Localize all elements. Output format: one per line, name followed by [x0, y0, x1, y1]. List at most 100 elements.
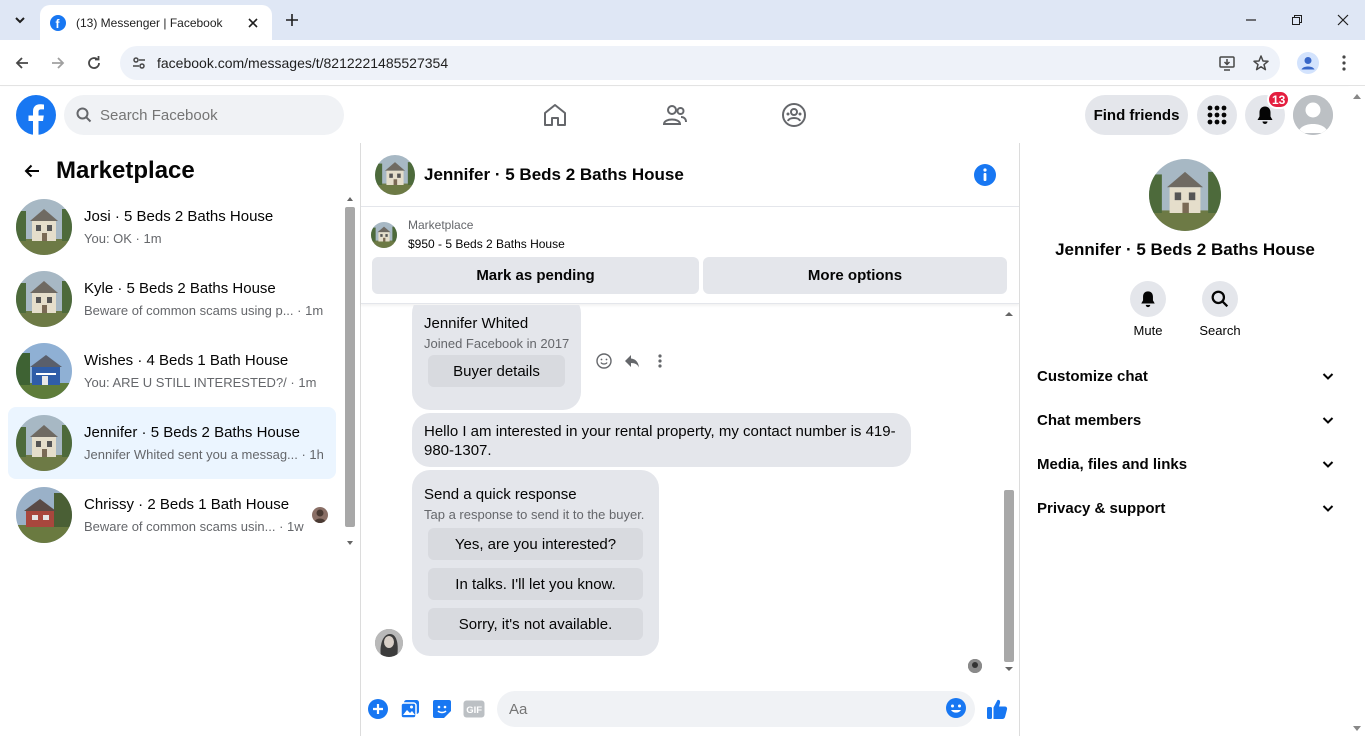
- account-avatar-button[interactable]: [1293, 95, 1333, 135]
- tab-search-dropdown[interactable]: [6, 7, 34, 33]
- reply-button[interactable]: [618, 347, 646, 375]
- friends-icon: [662, 105, 687, 125]
- emoji-icon: [946, 698, 966, 718]
- marketplace-conversations-panel: Marketplace Josi · 5 Beds 2 Baths House …: [0, 143, 361, 736]
- back-button[interactable]: [8, 49, 36, 77]
- sticker-button[interactable]: [430, 697, 454, 721]
- forward-button[interactable]: [44, 49, 72, 77]
- bookmark-button[interactable]: [1246, 48, 1276, 78]
- groups-nav-button[interactable]: [776, 97, 812, 133]
- message-input[interactable]: [509, 700, 929, 718]
- reload-button[interactable]: [80, 49, 108, 77]
- emoji-button[interactable]: [945, 697, 969, 721]
- reload-icon: [88, 56, 100, 69]
- chevron-down-icon: [1322, 373, 1334, 380]
- install-icon: [1219, 56, 1235, 71]
- customize-chat-section[interactable]: Customize chat: [1028, 354, 1342, 398]
- quick-response-option[interactable]: In talks. I'll let you know.: [428, 568, 643, 600]
- conversation-item[interactable]: Josi · 5 Beds 2 Baths House You: OK · 1m: [8, 191, 336, 263]
- message-input-box[interactable]: [497, 691, 975, 727]
- section-label: Privacy & support: [1037, 499, 1166, 517]
- conversation-item[interactable]: Wishes · 4 Beds 1 Bath House You: ARE U …: [8, 335, 336, 407]
- mute-label: Mute: [1133, 323, 1163, 338]
- close-icon: [1337, 14, 1349, 26]
- search-label: Search: [1199, 323, 1241, 338]
- arrow-left-icon: [24, 164, 39, 178]
- message-more-button[interactable]: [646, 347, 674, 375]
- minimize-button[interactable]: [1228, 0, 1274, 40]
- conversation-list: Josi · 5 Beds 2 Baths House You: OK · 1m…: [8, 191, 336, 551]
- buyer-info-bubble: Jennifer Whited Joined Facebook in 2017 …: [412, 305, 581, 410]
- tab-close-button[interactable]: [244, 14, 262, 32]
- conversation-item[interactable]: Chrissy · 2 Beds 1 Bath House Beware of …: [8, 479, 336, 551]
- svg-text:GIF: GIF: [466, 705, 482, 716]
- buyer-details-button[interactable]: Buyer details: [428, 355, 565, 387]
- thumbs-up-icon: [987, 699, 1008, 719]
- home-nav-button[interactable]: [537, 97, 573, 133]
- scrollbar-thumb[interactable]: [1004, 490, 1014, 662]
- quick-response-option[interactable]: Sorry, it's not available.: [428, 608, 643, 640]
- quick-response-bubble: Send a quick response Tap a response to …: [412, 470, 659, 656]
- details-listing-thumbnail[interactable]: [1149, 159, 1221, 231]
- mute-button[interactable]: Mute: [1118, 281, 1178, 338]
- restore-button[interactable]: [1274, 0, 1320, 40]
- listing-info[interactable]: Marketplace $950 - 5 Beds 2 Baths House: [371, 218, 565, 251]
- conversation-item[interactable]: Kyle · 5 Beds 2 Baths House Beware of co…: [8, 263, 336, 335]
- media-files-links-section[interactable]: Media, files and links: [1028, 442, 1342, 486]
- attach-photo-button[interactable]: [398, 697, 422, 721]
- conversation-preview: You: ARE U STILL INTERESTED?/ · 1m: [84, 375, 317, 390]
- facebook-logo-icon: [16, 95, 56, 135]
- gif-button[interactable]: GIF: [462, 697, 486, 721]
- chat-title[interactable]: Jennifer · 5 Beds 2 Baths House: [424, 165, 684, 185]
- mark-as-pending-button[interactable]: Mark as pending: [372, 257, 699, 294]
- friends-nav-button[interactable]: [657, 97, 693, 133]
- react-button[interactable]: [590, 347, 618, 375]
- quick-response-title: Send a quick response: [424, 486, 577, 503]
- conversation-preview: Jennifer Whited sent you a messag... · 1…: [84, 447, 324, 462]
- conversation-list-scrollbar[interactable]: [343, 191, 357, 551]
- chat-members-section[interactable]: Chat members: [1028, 398, 1342, 442]
- conversation-info-button[interactable]: [973, 163, 997, 187]
- conversation-item-active[interactable]: Jennifer · 5 Beds 2 Baths House Jennifer…: [8, 407, 336, 479]
- reply-icon: [625, 355, 639, 368]
- site-info-button[interactable]: [124, 48, 154, 78]
- more-options-button[interactable]: More options: [703, 257, 1007, 294]
- find-friends-button[interactable]: Find friends: [1085, 95, 1188, 135]
- quick-response-option[interactable]: Yes, are you interested?: [428, 528, 643, 560]
- scrollbar-thumb[interactable]: [345, 207, 355, 527]
- conversation-name: Wishes · 4 Beds 1 Bath House: [84, 352, 289, 369]
- search-input[interactable]: [100, 106, 320, 124]
- left-panel-header: Marketplace: [16, 155, 195, 187]
- chat-header: Jennifer · 5 Beds 2 Baths House: [361, 143, 1019, 207]
- listing-thumbnail: [16, 487, 72, 543]
- facebook-logo[interactable]: [16, 95, 56, 135]
- browser-tab-messenger[interactable]: f (13) Messenger | Facebook: [40, 5, 272, 40]
- address-bar[interactable]: facebook.com/messages/t/8212221485527354: [120, 46, 1280, 80]
- privacy-support-section[interactable]: Privacy & support: [1028, 486, 1342, 530]
- facebook-favicon-icon: f: [50, 14, 66, 31]
- search-in-conversation-button[interactable]: Search: [1190, 281, 1250, 338]
- install-app-button[interactable]: [1212, 48, 1242, 78]
- conversation-preview: Beware of common scams usin... · 1w: [84, 519, 304, 534]
- page-scrollbar[interactable]: [1349, 87, 1365, 736]
- bell-icon: [1141, 291, 1155, 308]
- send-like-button[interactable]: [985, 697, 1009, 721]
- chat-listing-thumbnail[interactable]: [375, 155, 415, 195]
- tab-title: (13) Messenger | Facebook: [76, 15, 223, 30]
- notifications-button[interactable]: 13: [1245, 90, 1291, 135]
- close-window-button[interactable]: [1320, 0, 1365, 40]
- browser-profile-button[interactable]: [1294, 49, 1322, 77]
- message-thread-scrollbar[interactable]: [1002, 307, 1016, 677]
- facebook-search[interactable]: [64, 95, 344, 135]
- conversation-name: Jennifer · 5 Beds 2 Baths House: [84, 424, 300, 441]
- more-actions-button[interactable]: [366, 697, 390, 721]
- url-text[interactable]: facebook.com/messages/t/8212221485527354: [157, 55, 1212, 71]
- browser-menu-button[interactable]: [1330, 49, 1358, 77]
- star-icon: [1253, 55, 1269, 71]
- back-to-chats-button[interactable]: [16, 155, 48, 187]
- chevron-down-icon: [1322, 461, 1334, 468]
- new-tab-button[interactable]: [280, 8, 304, 32]
- sender-avatar[interactable]: [375, 629, 403, 657]
- home-icon: [544, 104, 566, 126]
- menu-grid-button[interactable]: [1197, 95, 1237, 135]
